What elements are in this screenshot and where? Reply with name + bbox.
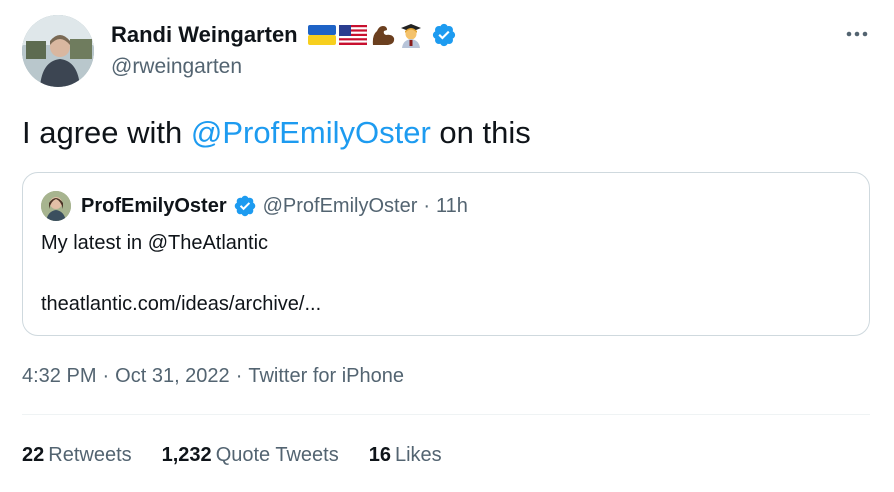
more-options-button[interactable]: [842, 22, 872, 46]
quote-tweets-label: Quote Tweets: [215, 444, 339, 466]
tweet-text: I agree with @ProfEmilyOster on this: [22, 112, 531, 154]
quoted-tweet-header: ProfEmilyOster @ProfEmilyOster · 11h: [41, 191, 468, 221]
quoted-author-handle: @ProfEmilyOster: [262, 195, 418, 217]
likes-count: 16: [368, 444, 391, 466]
likes-label: Likes: [394, 444, 442, 466]
author-avatar[interactable]: [22, 15, 94, 87]
teacher-icon: [400, 24, 421, 48]
usa-flag-icon: [338, 25, 367, 45]
meta-separator: ·: [102, 365, 110, 387]
retweets-stat[interactable]: 22 Retweets: [22, 441, 132, 469]
retweets-count: 22: [22, 444, 45, 466]
author-handle[interactable]: @rweingarten: [111, 53, 242, 81]
quote-tweets-count: 1,232: [161, 444, 212, 466]
quoted-author-name[interactable]: ProfEmilyOster: [81, 192, 227, 220]
tweet-mention-link[interactable]: @ProfEmilyOster: [191, 115, 431, 150]
author-name-row: Randi Weingarten: [111, 20, 457, 50]
quoted-tweet-card[interactable]: ProfEmilyOster @ProfEmilyOster · 11h My …: [22, 172, 870, 336]
tweet-meta: 4:32 PM · Oct 31, 2022 · Twitter for iPh…: [22, 362, 404, 390]
more-dots-icon: [846, 31, 868, 37]
tweet-source[interactable]: Twitter for iPhone: [248, 362, 404, 390]
quoted-tweet-link[interactable]: theatlantic.com/ideas/archive/...: [41, 290, 321, 318]
quote-tweets-stat[interactable]: 1,232 Quote Tweets: [162, 441, 339, 469]
quoted-timestamp[interactable]: 11h: [436, 192, 468, 220]
verified-badge-icon: [234, 195, 255, 217]
quoted-tweet-text: My latest in @TheAtlantic: [41, 232, 269, 254]
likes-stat[interactable]: 16 Likes: [369, 441, 442, 469]
ukraine-flag-icon: [307, 25, 336, 45]
verified-badge-icon: [432, 23, 455, 47]
quoted-author-avatar: [41, 191, 71, 221]
quoted-separator: ·: [423, 195, 431, 217]
author-name[interactable]: Randi Weingarten: [111, 20, 298, 50]
tweet-date[interactable]: Oct 31, 2022: [115, 362, 230, 390]
divider: [22, 414, 870, 415]
meta-separator: ·: [235, 365, 243, 387]
tweet-time[interactable]: 4:32 PM: [22, 362, 96, 390]
tweet-card: Randi Weingarten @rweingarten I agree wi…: [0, 0, 894, 492]
tweet-stats: 22 Retweets 1,232 Quote Tweets 16 Likes: [22, 441, 442, 469]
retweets-label: Retweets: [48, 444, 132, 466]
flexed-biceps-icon: [372, 26, 394, 45]
tweet-text-after: on this: [430, 115, 531, 150]
name-emoji-group: [307, 22, 423, 48]
tweet-text-before: I agree with: [22, 115, 191, 150]
